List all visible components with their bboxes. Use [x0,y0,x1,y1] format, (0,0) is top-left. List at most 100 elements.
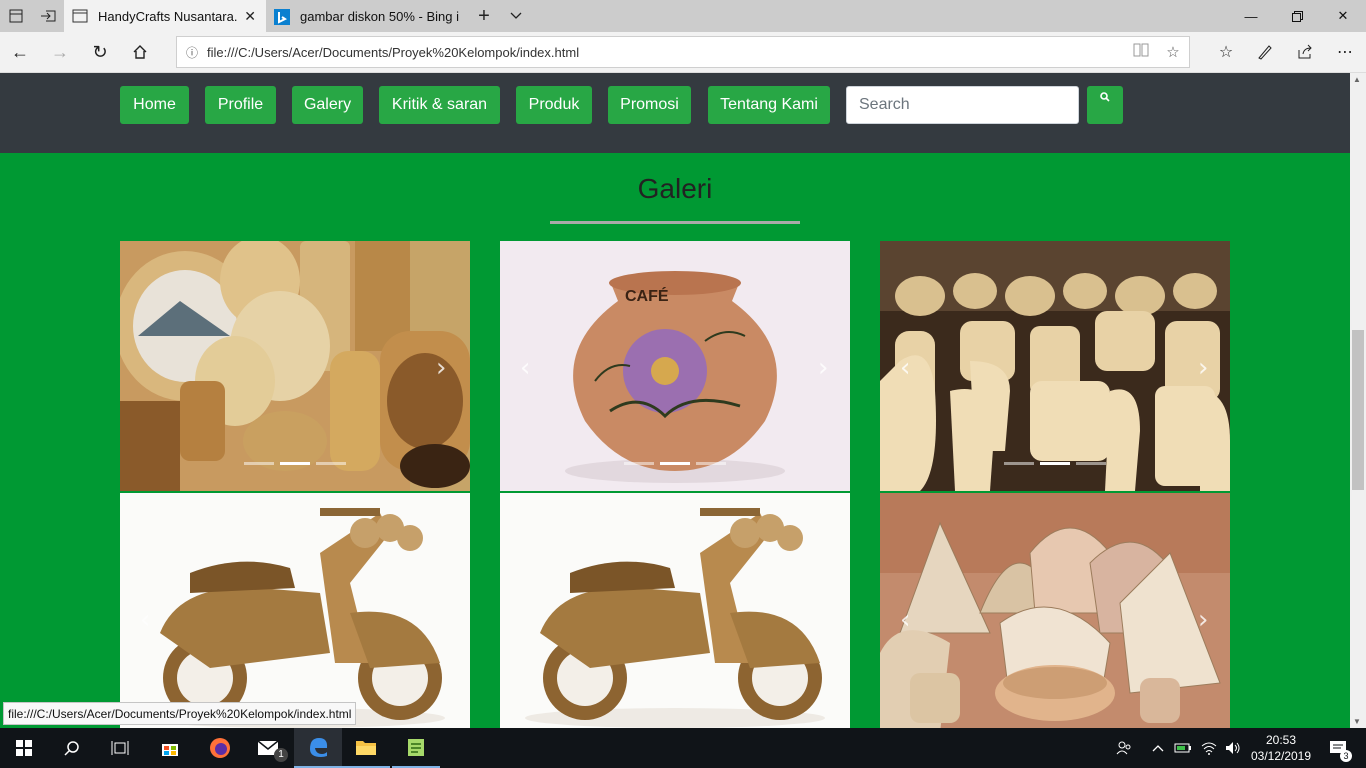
share-icon[interactable] [1286,36,1324,68]
pot-label: CAFÉ [625,286,669,305]
gallery-carousel-5[interactable] [500,493,850,728]
gallery-carousel-1[interactable]: › [120,241,470,491]
prev-arrow-icon[interactable]: ‹ [520,353,530,383]
page-scrollbar[interactable]: ▲ ▼ [1350,73,1366,728]
info-icon[interactable]: ⓘ [177,44,207,61]
chevron-down-icon[interactable] [500,0,532,32]
nav-kritik-saran[interactable]: Kritik & saran [379,86,500,124]
address-field[interactable]: ⓘ file:///C:/Users/Acer/Documents/Proyek… [176,36,1190,68]
people-icon[interactable] [1112,728,1136,768]
start-button[interactable] [0,728,48,768]
carousel-indicators [500,462,850,465]
indicator-active[interactable] [280,462,310,465]
restore-button[interactable] [1274,0,1320,32]
indicator[interactable] [696,462,726,465]
scroll-down-icon[interactable]: ▼ [1353,717,1361,726]
page-icon [72,9,88,23]
forward-button[interactable]: → [42,36,78,68]
bamboo-baskets-image [880,493,1230,728]
windows-logo-icon [16,740,32,756]
back-button[interactable]: ← [2,36,38,68]
search-icon[interactable] [48,728,96,768]
notification-center-icon[interactable]: 3 [1318,728,1358,768]
next-arrow-icon[interactable]: › [436,353,446,383]
volume-icon[interactable] [1222,728,1244,768]
task-view-icon[interactable] [96,728,144,768]
next-arrow-icon[interactable]: › [1198,605,1208,635]
next-arrow-icon[interactable]: › [1198,353,1208,383]
minimize-button[interactable]: — [1228,0,1274,32]
gallery-carousel-4[interactable]: ‹ [120,493,470,728]
indicator[interactable] [624,462,654,465]
close-window-button[interactable]: ✕ [1320,0,1366,32]
prev-arrow-icon[interactable]: ‹ [900,353,910,383]
chevron-up-icon[interactable] [1148,728,1168,768]
file-explorer-icon[interactable] [342,728,390,768]
next-arrow-icon[interactable]: › [818,353,828,383]
gallery-carousel-2[interactable]: CAFÉ ‹ › [500,241,850,491]
notification-badge: 3 [1340,750,1352,762]
search-icon [1100,92,1110,102]
home-button[interactable] [122,36,158,68]
indicator-active[interactable] [1040,462,1070,465]
tab-list-icon[interactable] [0,0,32,32]
wifi-icon[interactable] [1198,728,1220,768]
prev-arrow-icon[interactable]: ‹ [140,605,150,635]
nav-produk[interactable]: Produk [516,86,592,124]
battery-icon[interactable] [1172,728,1194,768]
tab-handycrafts[interactable]: HandyCrafts Nusantara. ✕ [64,0,266,32]
favorites-icon[interactable]: ☆ [1207,36,1245,68]
notepad-plus-icon[interactable] [392,728,440,768]
indicator[interactable] [244,462,274,465]
system-clock[interactable]: 20:53 03/12/2019 [1248,732,1314,764]
site-navbar: Home Profile Galery Kritik & saran Produ… [0,73,1350,153]
page-viewport: Home Profile Galery Kritik & saran Produ… [0,73,1350,728]
clock-time: 20:53 [1265,733,1297,747]
refresh-button[interactable]: ↻ [82,36,118,68]
bing-icon [274,9,290,25]
indicator[interactable] [316,462,346,465]
close-tab-icon[interactable]: ✕ [244,8,256,25]
nav-promosi[interactable]: Promosi [608,86,691,124]
cafe-pot-image: CAFÉ [500,241,850,491]
search-input[interactable]: Search [846,86,1079,124]
pen-icon[interactable] [1246,36,1284,68]
favorite-star-icon[interactable]: ☆ [1157,43,1189,61]
reading-view-icon[interactable] [1125,43,1157,61]
carousel-indicators [880,462,1230,465]
firefox-icon[interactable] [196,728,244,768]
more-icon[interactable]: ⋯ [1326,36,1364,68]
mail-badge: 1 [274,748,288,762]
status-url-tooltip: file:///C:/Users/Acer/Documents/Proyek%2… [3,702,357,725]
nav-home[interactable]: Home [120,86,189,124]
indicator[interactable] [1004,462,1034,465]
nav-tentang-kami[interactable]: Tentang Kami [708,86,830,124]
scrollbar-thumb[interactable] [1352,330,1364,490]
wooden-scooter-image [120,493,470,728]
edge-icon[interactable] [294,728,342,768]
birch-crafts-image [120,241,470,491]
tab-title: HandyCrafts Nusantara. [98,8,238,24]
tab-bing[interactable]: gambar diskon 50% - Bing i [266,0,466,32]
gallery-carousel-6[interactable]: ‹ › [880,493,1230,728]
address-toolbar: ← → ↻ ⓘ file:///C:/Users/Acer/Documents/… [0,32,1366,73]
carousel-indicators [120,462,470,465]
wooden-scooter-image [500,493,850,728]
new-tab-icon[interactable]: + [468,0,500,32]
mail-icon[interactable]: 1 [244,728,292,768]
nav-profile[interactable]: Profile [205,86,276,124]
nav-galery[interactable]: Galery [292,86,363,124]
clock-date: 03/12/2019 [1250,749,1312,763]
search-button[interactable] [1087,86,1123,124]
indicator[interactable] [1076,462,1106,465]
scroll-up-icon[interactable]: ▲ [1353,75,1361,84]
windows-taskbar: 1 20:53 03/12/2019 3 [0,728,1366,768]
gallery-carousel-3[interactable]: ‹ › [880,241,1230,491]
tab-title: gambar diskon 50% - Bing i [300,8,459,24]
set-tabs-aside-icon[interactable] [32,0,64,32]
url-text[interactable]: file:///C:/Users/Acer/Documents/Proyek%2… [207,45,1125,60]
store-icon[interactable] [146,728,194,768]
indicator-active[interactable] [660,462,690,465]
prev-arrow-icon[interactable]: ‹ [900,605,910,635]
browser-tab-bar: HandyCrafts Nusantara. ✕ gambar diskon 5… [0,0,1366,32]
